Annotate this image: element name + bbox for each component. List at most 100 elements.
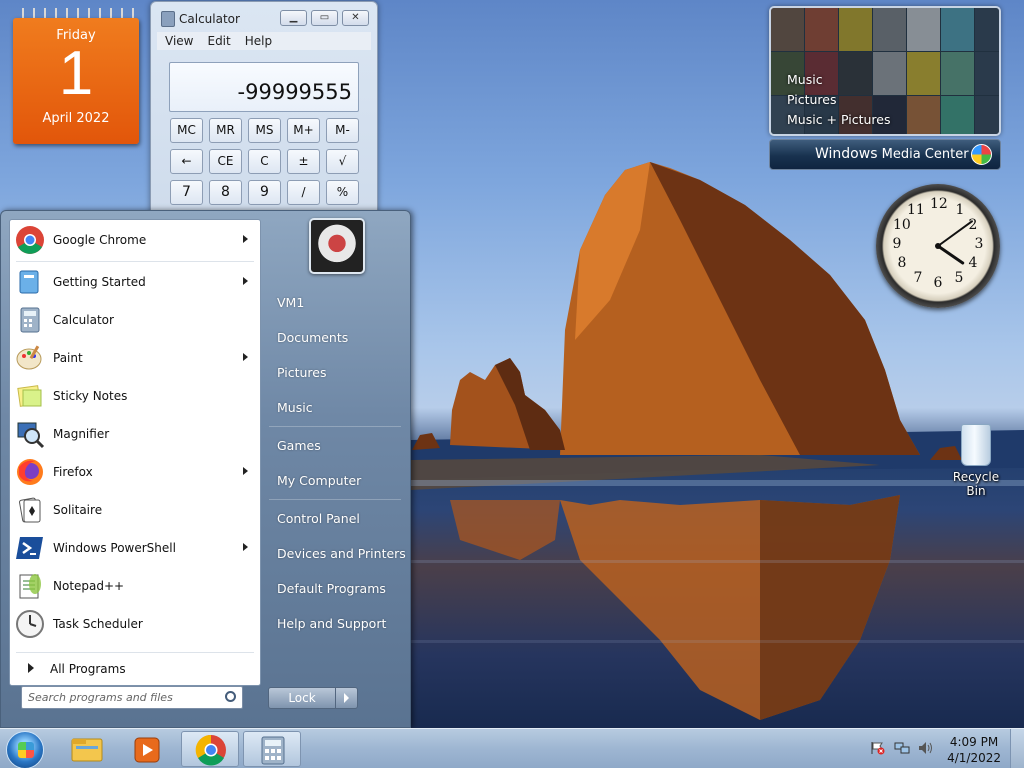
key-ms[interactable]: MS xyxy=(248,118,281,143)
calendar-day-number: 1 xyxy=(58,39,94,108)
all-programs-button[interactable]: All Programs xyxy=(10,654,260,684)
media-music-pictures[interactable]: Music + Pictures xyxy=(787,110,891,130)
calculator-titlebar: Calculator xyxy=(161,11,240,27)
key-negate[interactable]: ± xyxy=(287,149,320,174)
link-user-folder[interactable]: VM1 xyxy=(277,295,304,310)
maximize-button[interactable]: ▭ xyxy=(311,10,338,26)
key-mr[interactable]: MR xyxy=(209,118,242,143)
program-calculator[interactable]: Calculator xyxy=(10,302,260,338)
media-center-gadget[interactable]: Music Pictures Music + Pictures xyxy=(769,6,1001,136)
taskbar: 4:09 PM 4/1/2022 xyxy=(0,728,1024,768)
media-center-title-strong: Windows xyxy=(815,146,878,162)
lock-button[interactable]: Lock xyxy=(268,687,358,709)
media-music[interactable]: Music xyxy=(787,70,891,90)
program-magnifier[interactable]: Magnifier xyxy=(10,416,260,452)
lock-label: Lock xyxy=(288,691,316,705)
windows-logo-icon xyxy=(971,144,992,165)
key-7[interactable]: 7 xyxy=(170,180,203,205)
user-avatar[interactable] xyxy=(309,218,365,274)
action-center-flag-icon[interactable] xyxy=(870,741,886,755)
search-icon[interactable] xyxy=(225,691,236,702)
program-label: Magnifier xyxy=(53,427,110,441)
taskbar-file-explorer[interactable] xyxy=(58,731,116,767)
key-c[interactable]: C xyxy=(248,149,281,174)
taskbar-chrome[interactable] xyxy=(181,731,239,767)
link-my-computer[interactable]: My Computer xyxy=(277,473,361,488)
clock-hour-hand xyxy=(936,244,965,265)
start-menu-programs-pane: Google Chrome Getting Started Calculator… xyxy=(9,219,261,686)
tray-date: 4/1/2022 xyxy=(947,751,1001,765)
calendar-month-year: April 2022 xyxy=(42,111,110,126)
chrome-icon xyxy=(16,226,44,254)
key-m-plus[interactable]: M+ xyxy=(287,118,320,143)
program-label: Calculator xyxy=(53,313,114,327)
solitaire-icon xyxy=(19,497,41,523)
key-ce[interactable]: CE xyxy=(209,149,242,174)
calculator-window[interactable]: Calculator ▁ ▭ ✕ View Edit Help -9999955… xyxy=(150,1,378,213)
clock-center-pin xyxy=(935,243,941,249)
shutdown-options-arrow[interactable] xyxy=(335,688,357,708)
key-mc[interactable]: MC xyxy=(170,118,203,143)
key-m-minus[interactable]: M- xyxy=(326,118,359,143)
recycle-bin-label: Recycle Bin xyxy=(952,470,1000,498)
media-player-icon xyxy=(134,737,160,763)
media-pictures[interactable]: Pictures xyxy=(787,90,891,110)
link-default-programs[interactable]: Default Programs xyxy=(277,581,386,596)
program-label: Windows PowerShell xyxy=(53,541,176,555)
paint-icon xyxy=(16,345,42,370)
tray-time: 4:09 PM xyxy=(949,735,999,749)
divider xyxy=(269,499,401,500)
program-getting-started[interactable]: Getting Started xyxy=(10,264,260,300)
powershell-icon xyxy=(16,537,43,559)
show-desktop-button[interactable] xyxy=(1010,729,1024,768)
link-control-panel[interactable]: Control Panel xyxy=(277,511,360,526)
key-8[interactable]: 8 xyxy=(209,180,242,205)
program-sticky-notes[interactable]: Sticky Notes xyxy=(10,378,260,414)
start-menu: Google Chrome Getting Started Calculator… xyxy=(0,210,411,728)
program-task-scheduler[interactable]: Task Scheduler xyxy=(10,606,260,642)
link-devices-and-printers[interactable]: Devices and Printers xyxy=(277,546,406,561)
recycle-bin[interactable]: Recycle Bin xyxy=(942,424,1010,498)
window-controls: ▁ ▭ ✕ xyxy=(280,10,369,26)
calculator-icon xyxy=(261,736,285,765)
magnifier-icon xyxy=(17,422,45,449)
calculator-menubar: View Edit Help xyxy=(157,32,371,50)
program-label: Notepad++ xyxy=(53,579,125,593)
tray-clock[interactable]: 4:09 PM 4/1/2022 xyxy=(947,734,1001,766)
volume-icon[interactable] xyxy=(918,741,934,755)
minimize-button[interactable]: ▁ xyxy=(280,10,307,26)
key-backspace[interactable]: ← xyxy=(170,149,203,174)
key-divide[interactable]: / xyxy=(287,180,320,205)
program-label: Getting Started xyxy=(53,275,146,289)
program-label: Sticky Notes xyxy=(53,389,128,403)
taskbar-media-player[interactable] xyxy=(118,731,176,767)
link-music[interactable]: Music xyxy=(277,400,313,415)
link-documents[interactable]: Documents xyxy=(277,330,348,345)
program-paint[interactable]: Paint xyxy=(10,340,260,376)
link-help-and-support[interactable]: Help and Support xyxy=(277,616,386,631)
clock-gadget[interactable]: 12 1 2 3 4 5 6 7 8 9 10 11 xyxy=(876,184,1000,308)
key-sqrt[interactable]: √ xyxy=(326,149,359,174)
program-solitaire[interactable]: Solitaire xyxy=(10,492,260,528)
taskbar-calculator[interactable] xyxy=(243,731,301,767)
menu-help[interactable]: Help xyxy=(245,32,272,50)
media-center-bar[interactable]: Windows Media Center xyxy=(769,139,1001,170)
submenu-arrow-icon xyxy=(243,543,248,551)
program-windows-powershell[interactable]: Windows PowerShell xyxy=(10,530,260,566)
close-button[interactable]: ✕ xyxy=(342,10,369,26)
calendar-gadget[interactable]: Friday 1 April 2022 xyxy=(13,8,139,145)
network-icon[interactable] xyxy=(894,741,910,755)
menu-edit[interactable]: Edit xyxy=(207,32,230,50)
program-google-chrome[interactable]: Google Chrome xyxy=(10,222,260,258)
link-pictures[interactable]: Pictures xyxy=(277,365,327,380)
key-9[interactable]: 9 xyxy=(248,180,281,205)
start-button[interactable] xyxy=(6,731,44,768)
program-notepadpp[interactable]: Notepad++ xyxy=(10,568,260,604)
sticky-notes-icon xyxy=(17,385,42,407)
link-games[interactable]: Games xyxy=(277,438,321,453)
program-firefox[interactable]: Firefox xyxy=(10,454,260,490)
key-percent[interactable]: % xyxy=(326,180,359,205)
start-search-input[interactable]: Search programs and files xyxy=(21,686,243,709)
windows-logo-icon xyxy=(18,742,34,758)
menu-view[interactable]: View xyxy=(165,32,193,50)
